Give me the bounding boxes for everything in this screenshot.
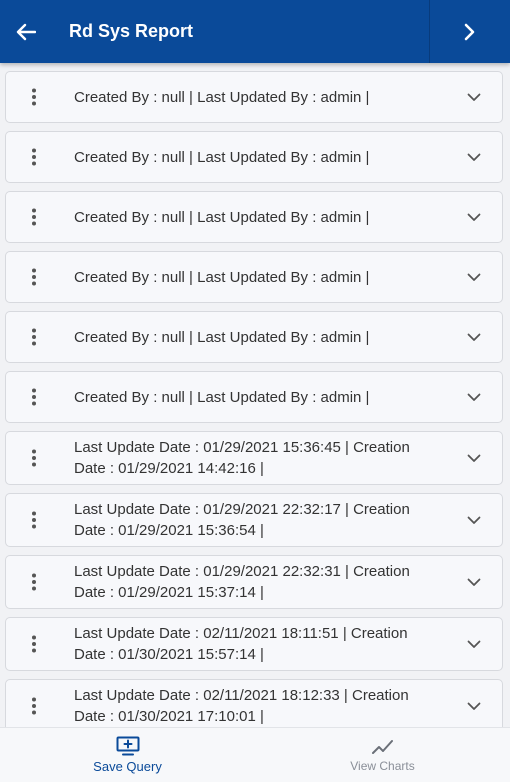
row-expand-button[interactable] (446, 393, 502, 402)
row-menu-button[interactable] (6, 148, 62, 166)
row-menu-button[interactable] (6, 511, 62, 529)
line-chart-icon (371, 739, 393, 754)
chevron-down-icon (467, 93, 481, 101)
kebab-menu-icon (32, 449, 36, 467)
app-bar: Rd Sys Report (0, 0, 510, 63)
row-menu-button[interactable] (6, 328, 62, 346)
list-item[interactable]: Created By : null | Last Updated By : ad… (5, 131, 503, 183)
row-text: Last Update Date : 02/11/2021 18:11:51 |… (74, 625, 408, 663)
row-menu-button[interactable] (6, 573, 62, 591)
row-expand-button[interactable] (446, 273, 502, 282)
kebab-menu-icon (32, 635, 36, 653)
kebab-menu-icon (32, 148, 36, 166)
row-expand-button[interactable] (446, 93, 502, 102)
chevron-down-icon (467, 333, 481, 341)
kebab-menu-icon (32, 268, 36, 286)
bottom-toolbar: Save Query View Charts (0, 727, 510, 782)
list-item[interactable]: Created By : null | Last Updated By : ad… (5, 371, 503, 423)
list-item[interactable]: Last Update Date : 02/11/2021 18:11:51 |… (5, 617, 503, 671)
kebab-menu-icon (32, 328, 36, 346)
row-menu-button[interactable] (6, 388, 62, 406)
arrow-left-icon (16, 23, 36, 40)
view-charts-button[interactable]: View Charts (255, 728, 510, 782)
kebab-menu-icon (32, 511, 36, 529)
list-item[interactable]: Created By : null | Last Updated By : ad… (5, 311, 503, 363)
kebab-menu-icon (32, 697, 36, 715)
row-text: Created By : null | Last Updated By : ad… (74, 148, 370, 166)
row-expand-button[interactable] (446, 702, 502, 711)
monitor-plus-icon (116, 736, 139, 756)
row-expand-button[interactable] (446, 333, 502, 342)
kebab-menu-icon (32, 88, 36, 106)
chevron-down-icon (467, 578, 481, 586)
row-text: Created By : null | Last Updated By : ad… (74, 328, 370, 346)
row-text: Created By : null | Last Updated By : ad… (74, 88, 370, 106)
save-query-label: Save Query (93, 759, 162, 774)
row-menu-button[interactable] (6, 208, 62, 226)
chevron-down-icon (467, 273, 481, 281)
list-item[interactable]: Last Update Date : 02/11/2021 18:12:33 |… (5, 679, 503, 727)
chevron-down-icon (467, 213, 481, 221)
chevron-down-icon (467, 702, 481, 710)
row-menu-button[interactable] (6, 697, 62, 715)
row-text: Created By : null | Last Updated By : ad… (74, 388, 370, 406)
next-button[interactable] (430, 0, 510, 63)
list-item[interactable]: Created By : null | Last Updated By : ad… (5, 71, 503, 123)
list-item[interactable]: Created By : null | Last Updated By : ad… (5, 191, 503, 243)
kebab-menu-icon (32, 388, 36, 406)
chevron-down-icon (467, 516, 481, 524)
chevron-right-icon (464, 23, 475, 40)
save-query-button[interactable]: Save Query (0, 728, 255, 782)
row-text: Created By : null | Last Updated By : ad… (74, 208, 370, 226)
row-menu-button[interactable] (6, 449, 62, 467)
list-item[interactable]: Last Update Date : 01/29/2021 22:32:17 |… (5, 493, 503, 547)
page-title: Rd Sys Report (69, 21, 194, 41)
row-text: Created By : null | Last Updated By : ad… (74, 268, 370, 286)
chevron-down-icon (467, 640, 481, 648)
row-menu-button[interactable] (6, 635, 62, 653)
kebab-menu-icon (32, 208, 36, 226)
row-text: Last Update Date : 01/29/2021 15:36:45 |… (74, 439, 410, 477)
row-expand-button[interactable] (446, 153, 502, 162)
row-text: Last Update Date : 02/11/2021 18:12:33 |… (74, 687, 409, 725)
row-expand-button[interactable] (446, 213, 502, 222)
list-item[interactable]: Created By : null | Last Updated By : ad… (5, 251, 503, 303)
row-expand-button[interactable] (446, 454, 502, 463)
chevron-down-icon (467, 393, 481, 401)
row-expand-button[interactable] (446, 640, 502, 649)
row-menu-button[interactable] (6, 268, 62, 286)
view-charts-label: View Charts (350, 758, 415, 773)
kebab-menu-icon (32, 573, 36, 591)
row-expand-button[interactable] (446, 516, 502, 525)
report-list[interactable]: Created By : null | Last Updated By : ad… (0, 63, 510, 727)
row-menu-button[interactable] (6, 88, 62, 106)
row-expand-button[interactable] (446, 578, 502, 587)
row-text: Last Update Date : 01/29/2021 22:32:31 |… (74, 563, 410, 601)
row-text: Last Update Date : 01/29/2021 22:32:17 |… (74, 501, 410, 539)
chevron-down-icon (467, 153, 481, 161)
list-item[interactable]: Last Update Date : 01/29/2021 22:32:31 |… (5, 555, 503, 609)
chevron-down-icon (467, 454, 481, 462)
list-item[interactable]: Last Update Date : 01/29/2021 15:36:45 |… (5, 431, 503, 485)
back-button[interactable] (0, 0, 52, 63)
